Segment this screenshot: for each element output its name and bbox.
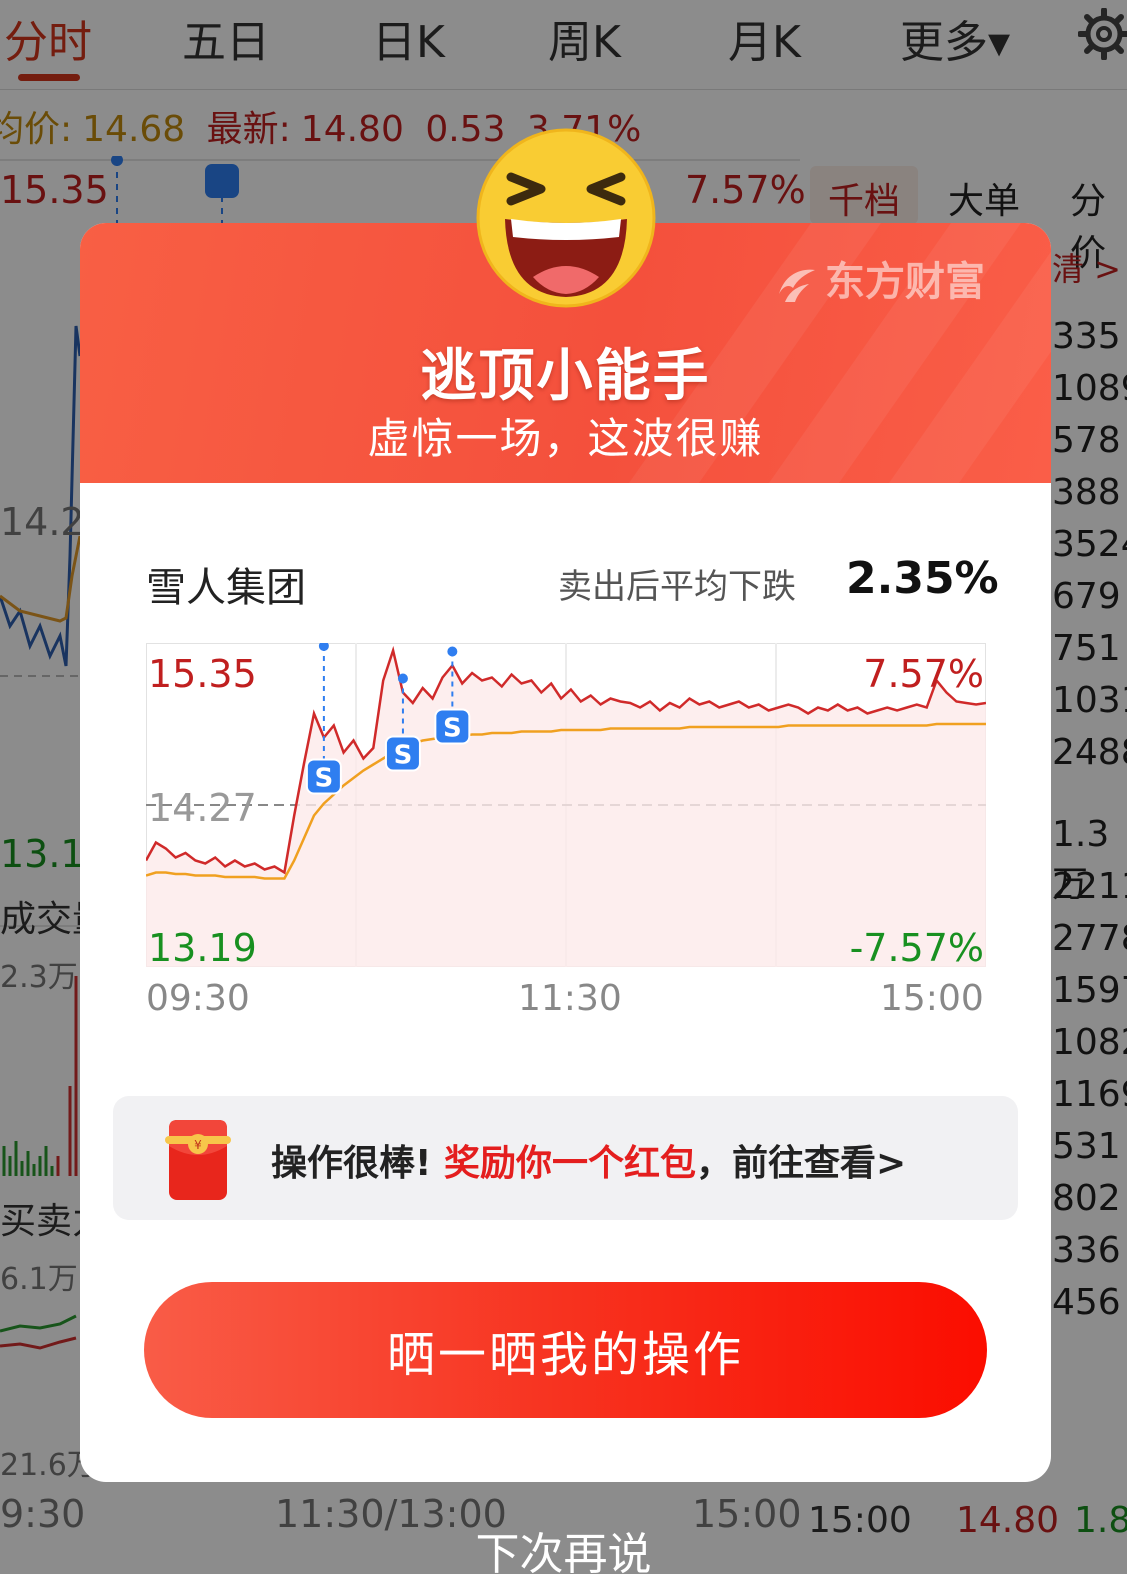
reward-prefix: 操作很棒! (271, 1143, 432, 1184)
sell-marker-label: S (443, 714, 462, 744)
chart-pct-tick-low: -7.57% (850, 926, 984, 967)
sell-marker-label: S (394, 741, 413, 771)
chart-x-tick-mid: 11:30 (518, 978, 622, 1019)
dismiss-later-button[interactable]: 下次再说 (0, 1518, 1127, 1574)
red-packet-icon: ¥ (165, 1120, 231, 1200)
modal-subtitle: 虚惊一场，这波很赚 (367, 414, 764, 463)
modal-title: 逃顶小能手 (420, 344, 711, 409)
chart-y-tick-mid: 14.27 (148, 786, 257, 830)
share-operation-button[interactable]: 晒一晒我的操作 (144, 1282, 987, 1418)
brand-logo-icon (779, 269, 815, 302)
avg-drop-label: 卖出后平均下跌 (558, 567, 796, 607)
sell-marker-label: S (315, 764, 334, 794)
brand-watermark: 东方财富 (775, 249, 985, 307)
sell-marker-dot (397, 673, 408, 684)
laughing-emoji-icon (476, 128, 656, 308)
reward-highlight: 奖励你一个红包 (443, 1143, 696, 1184)
reward-message[interactable]: 操作很棒! 奖励你一个红包，前往查看> (271, 1134, 906, 1186)
chart-y-tick-low: 13.19 (148, 926, 257, 967)
chart-x-tick-start: 09:30 (146, 978, 250, 1019)
red-packet-banner[interactable]: ¥ 操作很棒! 奖励你一个红包，前往查看> (113, 1096, 1018, 1220)
svg-text:¥: ¥ (194, 1138, 202, 1152)
reward-suffix: ，前往查看> (695, 1143, 907, 1184)
chart-x-tick-end: 15:00 (880, 978, 984, 1019)
chart-y-tick-high: 15.35 (148, 652, 257, 696)
sell-marker-dot (447, 646, 458, 657)
stock-name: 雪人集团 (146, 565, 306, 611)
chart-pct-tick-high: 7.57% (863, 652, 984, 696)
brand-name: 东方财富 (825, 259, 985, 305)
avg-drop-value: 2.35% (846, 553, 999, 604)
intraday-line-chart: 15.3514.2713.197.57%-7.57%SSS (146, 643, 986, 967)
